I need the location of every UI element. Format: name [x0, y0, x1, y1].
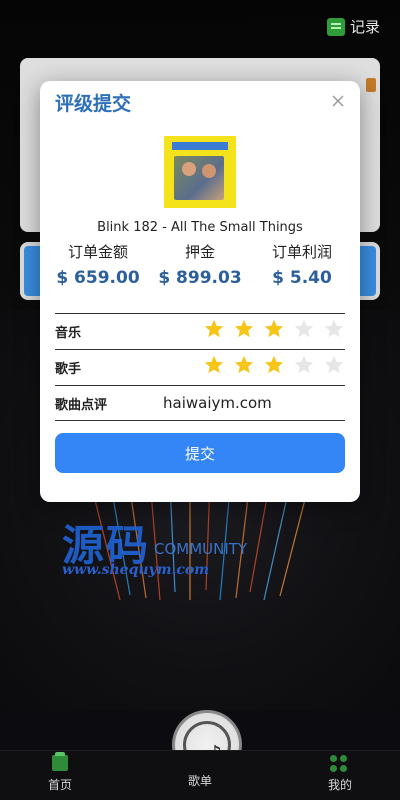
stat-order-profit: 订单利润 $ 5.40	[252, 241, 352, 288]
nav-mine-label: 我的	[327, 778, 352, 792]
song-title: Blink 182 - All The Small Things	[97, 220, 303, 235]
background-card-accent	[366, 78, 376, 92]
star-icon[interactable]	[293, 354, 315, 376]
stat-label: 押金	[184, 243, 215, 261]
star-icon[interactable]	[263, 318, 285, 340]
nav-home[interactable]: 首页	[20, 751, 100, 800]
star-icon[interactable]	[203, 354, 225, 376]
rating-rows: 音乐 歌手 歌曲点评 haiwaiym.com	[55, 313, 345, 421]
stat-label: 订单金额	[67, 243, 128, 261]
stat-deposit: 押金 $ 899.03	[150, 241, 250, 288]
album-cover	[164, 136, 236, 208]
singer-rating-row: 歌手	[55, 349, 345, 385]
record-label: 记录	[349, 18, 380, 36]
stat-label: 订单利润	[271, 243, 332, 261]
nav-mine[interactable]: 我的	[300, 751, 380, 800]
home-icon	[52, 752, 68, 771]
album-cover-photo	[174, 156, 224, 200]
music-label: 音乐	[55, 326, 82, 341]
record-icon	[326, 17, 345, 36]
rating-modal: 评级提交 Blink 182 - All The Small Things 订单…	[40, 81, 360, 502]
nav-playlist-label[interactable]: 歌单	[172, 772, 228, 789]
order-stats: 订单金额 $ 659.00 押金 $ 899.03 订单利润 $ 5.40	[48, 241, 352, 288]
star-icon[interactable]	[203, 318, 225, 340]
stat-value: $ 899.03	[158, 268, 242, 288]
music-stars	[203, 318, 345, 340]
stat-value: $ 659.00	[56, 268, 140, 288]
music-rating-row: 音乐	[55, 313, 345, 349]
album-cover-band	[172, 142, 228, 150]
singer-stars	[203, 354, 345, 376]
stat-order-amount: 订单金额 $ 659.00	[48, 241, 148, 288]
comment-input[interactable]: haiwaiym.com	[163, 394, 272, 412]
nav-home-label: 首页	[47, 778, 72, 792]
comment-label: 歌曲点评	[55, 397, 108, 413]
close-icon[interactable]	[330, 93, 346, 109]
star-icon[interactable]	[323, 354, 345, 376]
star-icon[interactable]	[233, 354, 255, 376]
star-icon[interactable]	[293, 318, 315, 340]
star-icon[interactable]	[233, 318, 255, 340]
singer-label: 歌手	[55, 362, 82, 377]
star-icon[interactable]	[263, 354, 285, 376]
stat-value: $ 5.40	[272, 268, 332, 288]
star-icon[interactable]	[323, 318, 345, 340]
modal-title: 评级提交	[55, 93, 132, 115]
comment-row[interactable]: 歌曲点评 haiwaiym.com	[55, 385, 345, 421]
grid-icon	[330, 755, 348, 773]
record-button[interactable]: 记录	[326, 16, 380, 37]
submit-button[interactable]: 提交	[55, 433, 345, 473]
